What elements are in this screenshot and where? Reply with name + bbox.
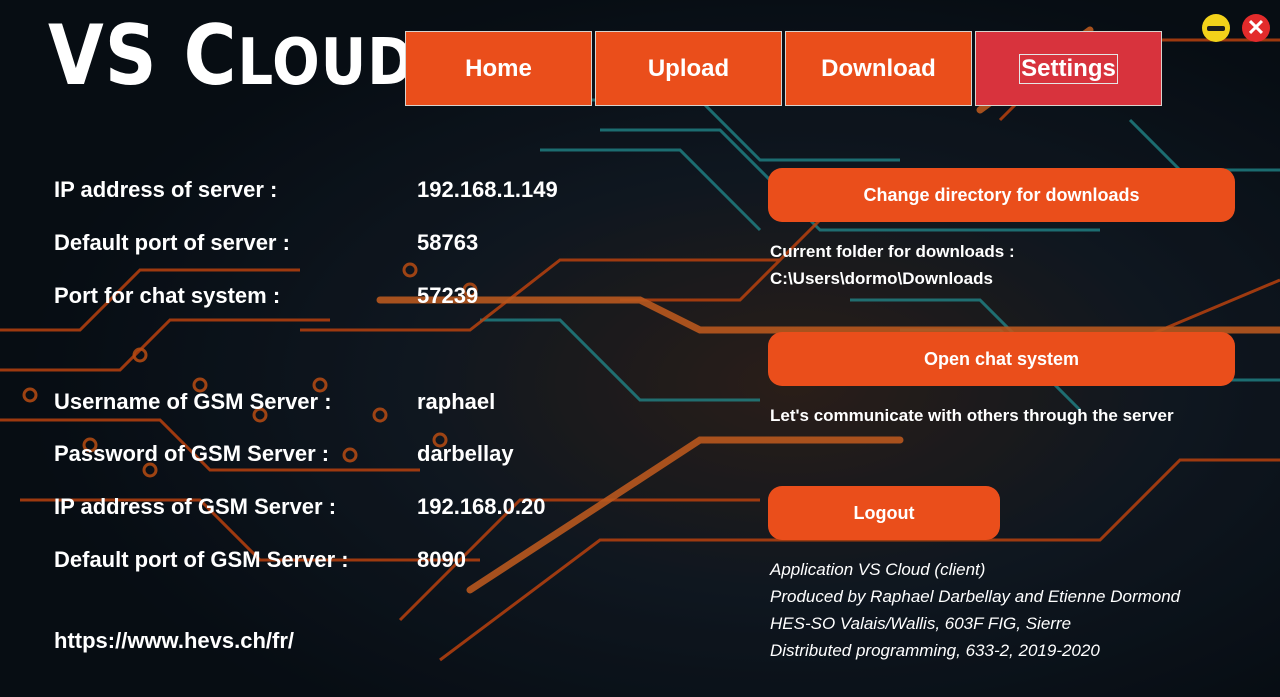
hevs-link[interactable]: https://www.hevs.ch/fr/ xyxy=(54,628,294,654)
gsm-username-label: Username of GSM Server : xyxy=(54,389,332,414)
chat-port-label: Port for chat system : xyxy=(54,283,281,308)
tab-download[interactable]: Download xyxy=(785,31,972,106)
change-download-dir-button[interactable]: Change directory for downloads xyxy=(768,168,1235,222)
server-port-row: Default port of server : 58763 xyxy=(54,230,754,260)
chat-port-value: 57239 xyxy=(417,283,479,308)
close-icon: ✕ xyxy=(1246,15,1266,40)
tab-upload[interactable]: Upload xyxy=(595,31,782,106)
gsm-username-row: Username of GSM Server : raphael xyxy=(54,389,754,419)
close-button[interactable]: ✕ xyxy=(1242,14,1270,42)
main-nav: Home Upload Download Settings xyxy=(405,31,1165,106)
server-ip-row: IP address of server : 192.168.1.149 xyxy=(54,177,754,207)
server-port-value: 58763 xyxy=(417,230,479,255)
server-port-label: Default port of server : xyxy=(54,230,290,255)
credits: Application VS Cloud (client) Produced b… xyxy=(770,556,1180,664)
tab-settings[interactable]: Settings xyxy=(975,31,1162,106)
server-ip-value: 192.168.1.149 xyxy=(417,177,558,202)
gsm-port-value: 8090 xyxy=(417,547,466,572)
credits-line: Distributed programming, 633-2, 2019-202… xyxy=(770,641,1100,660)
gsm-password-row: Password of GSM Server : darbellay xyxy=(54,441,754,471)
gsm-ip-label: IP address of GSM Server : xyxy=(54,494,337,519)
gsm-port-label: Default port of GSM Server : xyxy=(54,547,349,572)
minimize-icon xyxy=(1207,25,1225,31)
chat-caption: Let's communicate with others through th… xyxy=(770,406,1174,425)
current-download-folder: Current folder for downloads : C:\Users\… xyxy=(770,238,1015,292)
credits-line: Application VS Cloud (client) xyxy=(770,560,986,579)
chat-port-row: Port for chat system : 57239 xyxy=(54,283,754,313)
gsm-ip-row: IP address of GSM Server : 192.168.0.20 xyxy=(54,494,754,524)
tab-home[interactable]: Home xyxy=(405,31,592,106)
gsm-password-label: Password of GSM Server : xyxy=(54,441,330,466)
gsm-username-value: raphael xyxy=(417,389,496,414)
open-chat-button[interactable]: Open chat system xyxy=(768,332,1235,386)
minimize-button[interactable] xyxy=(1202,14,1230,42)
gsm-port-row: Default port of GSM Server : 8090 xyxy=(54,547,754,577)
current-folder-label: Current folder for downloads : xyxy=(770,242,1015,261)
current-folder-path: C:\Users\dormo\Downloads xyxy=(770,269,993,288)
logout-button[interactable]: Logout xyxy=(768,486,1000,540)
gsm-password-value: darbellay xyxy=(417,441,514,466)
server-ip-label: IP address of server : xyxy=(54,177,278,202)
credits-line: HES-SO Valais/Wallis, 603F FIG, Sierre xyxy=(770,614,1072,633)
gsm-ip-value: 192.168.0.20 xyxy=(417,494,546,519)
app-logo: VS CLOUD xyxy=(48,7,415,104)
credits-line: Produced by Raphael Darbellay and Etienn… xyxy=(770,587,1181,606)
